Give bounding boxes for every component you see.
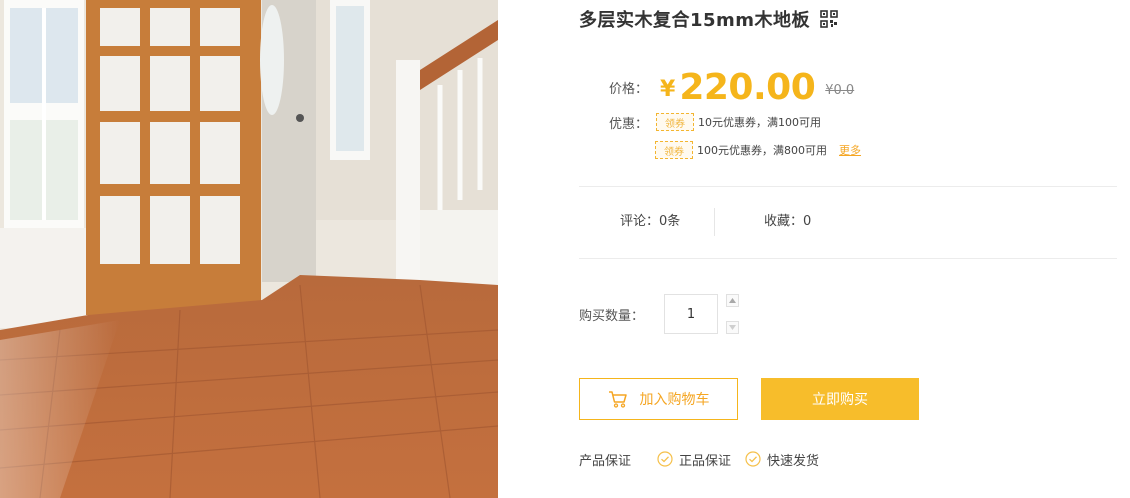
check-circle-icon: [657, 451, 673, 467]
quantity-row: 购买数量：: [579, 294, 740, 334]
check-circle-icon: [745, 451, 761, 467]
divider: [579, 186, 1117, 187]
quantity-label: 购买数量：: [579, 308, 645, 324]
caret-down-icon[interactable]: [726, 321, 740, 334]
promotion-row: 优惠： 领券 10元优惠券，满100可用: [609, 111, 821, 133]
product-info-panel: 多层实木复合15mm木地板 价格： ¥ 220.00 ¥0.0 优惠： 领券 1…: [579, 0, 1119, 498]
qr-code-icon[interactable]: [820, 10, 838, 28]
coupon-tag[interactable]: 领券: [655, 141, 693, 159]
stats-separator: [714, 208, 715, 236]
promotion-row: 领券 100元优惠券，满800可用 更多: [653, 139, 861, 161]
coupon-text: 100元优惠券，满800可用: [697, 144, 827, 157]
quantity-input[interactable]: [664, 294, 719, 334]
divider: [579, 258, 1117, 259]
price-currency: ¥: [660, 76, 676, 102]
comment-count[interactable]: 评论：0条: [620, 208, 680, 236]
coupon-tag[interactable]: 领券: [656, 113, 695, 131]
price-value: 220.00: [679, 66, 816, 108]
guarantee-item: 快速发货: [745, 450, 819, 469]
price-row: 价格： ¥ 220.00 ¥0.0: [609, 66, 855, 108]
guarantee-item: 正品保证: [657, 450, 731, 469]
product-image: [0, 0, 498, 498]
guarantee-row: 产品保证 正品保证 快速发货: [579, 447, 819, 471]
favorite-count[interactable]: 收藏：0: [764, 208, 811, 236]
shopping-cart-icon: [608, 390, 628, 408]
quantity-stepper: [726, 294, 740, 334]
buy-now-button[interactable]: 立即购买: [761, 378, 919, 420]
coupon-text: 10元优惠券，满100可用: [698, 116, 822, 129]
title-row: 多层实木复合15mm木地板: [579, 6, 838, 32]
guarantee-item-label: 快速发货: [767, 453, 820, 469]
more-coupons-link[interactable]: 更多: [839, 142, 861, 158]
guarantee-item-label: 正品保证: [679, 453, 732, 469]
add-to-cart-button[interactable]: 加入购物车: [579, 378, 738, 420]
promotion-label: 优惠：: [609, 116, 649, 132]
product-title: 多层实木复合15mm木地板: [579, 10, 811, 31]
price-label: 价格：: [609, 81, 649, 97]
stats-row: 评论：0条 收藏：0: [579, 208, 879, 236]
guarantee-label: 产品保证: [579, 453, 632, 469]
buy-now-label: 立即购买: [812, 392, 868, 408]
caret-up-icon[interactable]: [726, 294, 740, 307]
original-price: ¥0.0: [825, 82, 855, 98]
add-to-cart-label: 加入购物车: [639, 392, 710, 408]
